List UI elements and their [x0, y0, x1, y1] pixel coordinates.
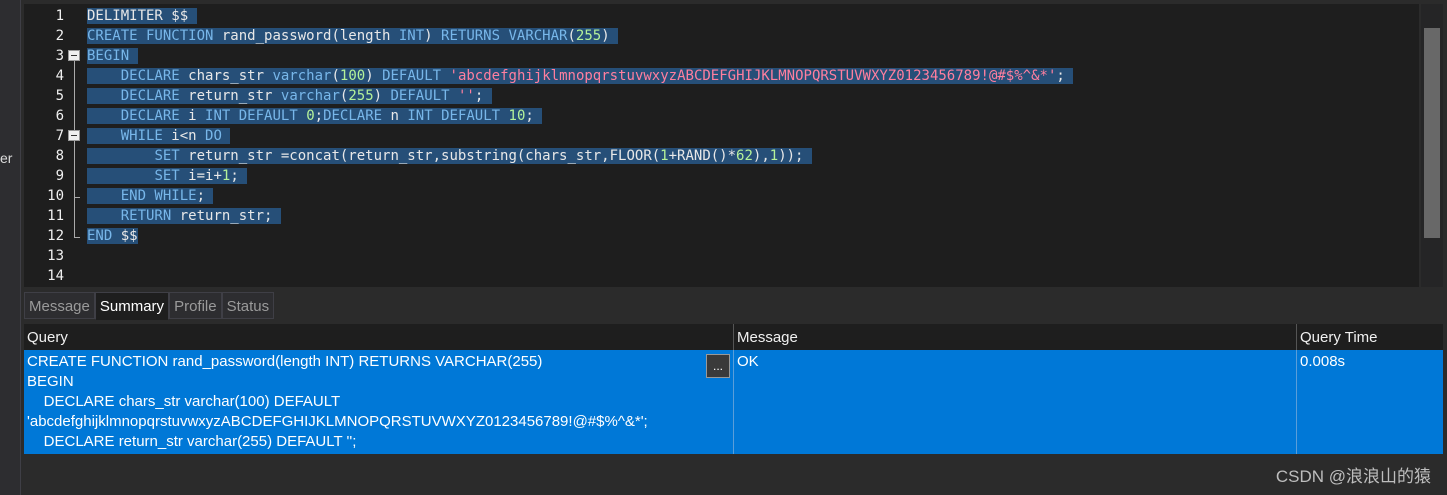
tab-profile[interactable]: Profile — [169, 292, 222, 319]
code-line: END $$ — [87, 228, 138, 244]
code-line: END WHILE; — [87, 186, 214, 206]
fold-collapse-icon[interactable] — [68, 50, 80, 61]
line-number: 9 — [55, 168, 64, 184]
fold-guide-line — [74, 61, 75, 237]
query-cell[interactable]: CREATE FUNCTION rand_password(length INT… — [24, 350, 734, 454]
line-number: 12 — [47, 228, 64, 244]
scrollbar-thumb[interactable] — [1424, 28, 1440, 238]
line-number: 3 — [55, 48, 64, 64]
tab-message[interactable]: Message — [24, 292, 95, 319]
fold-guide-end — [74, 237, 80, 238]
left-panel-edge: er — [0, 0, 21, 495]
query-time-cell[interactable]: 0.008s — [1297, 350, 1443, 454]
line-number: 10 — [47, 188, 64, 204]
result-tabs: Message Summary Profile Status — [24, 292, 275, 320]
column-header-query[interactable]: Query — [24, 324, 734, 350]
line-number: 1 — [55, 8, 64, 24]
code-line: BEGIN — [87, 46, 138, 66]
code-line: DECLARE return_str varchar(255) DEFAULT … — [87, 86, 492, 106]
column-header-query-time[interactable]: Query Time — [1297, 324, 1443, 350]
line-number: 6 — [55, 108, 64, 124]
tab-status[interactable]: Status — [221, 292, 275, 319]
fold-collapse-icon[interactable] — [68, 130, 80, 141]
message-cell[interactable]: OK — [734, 350, 1297, 454]
line-number-gutter: 1 2 3 4 5 6 7 8 9 10 11 12 13 14 — [24, 4, 72, 287]
code-line: RETURN return_str; — [87, 206, 281, 226]
code-line: SET return_str =concat(return_str,substr… — [87, 146, 812, 166]
sql-editor[interactable]: 1 2 3 4 5 6 7 8 9 10 11 12 13 14 DELIMIT… — [24, 4, 1419, 287]
summary-grid: Query Message Query Time CREATE FUNCTION… — [24, 324, 1443, 454]
line-number: 14 — [47, 268, 64, 284]
fold-guide-end — [74, 197, 80, 198]
code-line: WHILE i<n DO — [87, 126, 231, 146]
line-number: 11 — [47, 208, 64, 224]
line-number: 4 — [55, 68, 64, 84]
line-number: 13 — [47, 248, 64, 264]
left-panel-truncated-label: er — [0, 150, 13, 166]
line-number: 7 — [55, 128, 64, 144]
code-line: SET i=i+1; — [87, 166, 248, 186]
column-header-message[interactable]: Message — [734, 324, 1297, 350]
editor-vertical-scrollbar[interactable] — [1421, 4, 1443, 287]
expand-query-button[interactable]: ... — [706, 354, 730, 378]
code-line: CREATE FUNCTION rand_password(length INT… — [87, 28, 619, 44]
code-line: DECLARE i INT DEFAULT 0;DECLARE n INT DE… — [87, 106, 543, 126]
table-row[interactable]: CREATE FUNCTION rand_password(length INT… — [24, 350, 1443, 454]
line-number: 8 — [55, 148, 64, 164]
watermark: CSDN @浪浪山的猿 — [1275, 467, 1431, 486]
tab-summary[interactable]: Summary — [94, 292, 170, 320]
line-number: 2 — [55, 28, 64, 44]
line-number: 5 — [55, 88, 64, 104]
code-line: DECLARE chars_str varchar(100) DEFAULT '… — [87, 66, 1074, 86]
code-line: DELIMITER $$ — [87, 8, 197, 24]
